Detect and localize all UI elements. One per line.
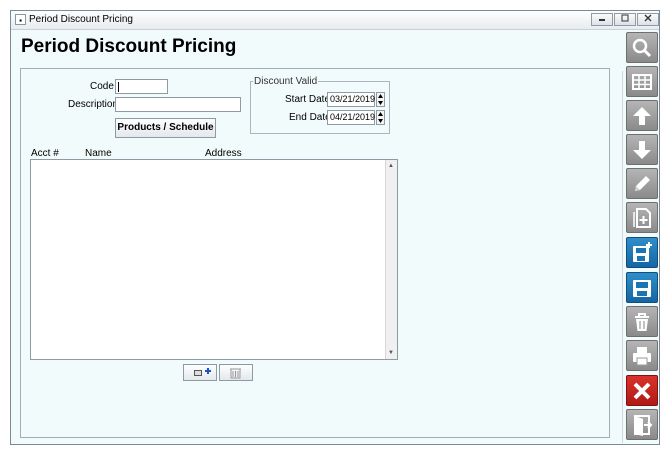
exit-icon	[634, 415, 653, 436]
add-account-icon	[194, 368, 211, 376]
arrow-down-icon	[633, 141, 651, 159]
column-header-name[interactable]: Name	[85, 148, 112, 159]
print-button[interactable]	[626, 340, 658, 371]
description-label: Description	[68, 99, 119, 110]
search-icon	[632, 38, 652, 58]
column-header-acct[interactable]: Acct #	[31, 148, 59, 159]
account-list[interactable]: ▲ ▼	[30, 159, 398, 360]
close-icon	[633, 382, 651, 400]
code-input[interactable]	[115, 79, 168, 94]
discount-valid-legend: Discount Valid	[254, 76, 318, 87]
products-schedule-button[interactable]: Products / Schedule	[115, 118, 216, 138]
list-scrollbar[interactable]: ▲ ▼	[385, 160, 397, 359]
pencil-icon	[635, 176, 650, 191]
edit-button[interactable]	[626, 168, 658, 199]
column-header-address[interactable]: Address	[205, 148, 242, 159]
new-document-icon	[633, 208, 651, 228]
trash-icon	[635, 313, 649, 331]
grid-view-button[interactable]	[626, 66, 658, 97]
save-new-button[interactable]	[626, 237, 658, 268]
scroll-down-icon[interactable]: ▼	[387, 348, 395, 358]
end-date-input[interactable]: 04/21/2019	[327, 110, 375, 125]
add-account-button[interactable]	[183, 364, 217, 381]
printer-icon	[633, 347, 651, 366]
divider	[622, 71, 623, 443]
window-title: Period Discount Pricing	[29, 14, 133, 25]
new-record-button[interactable]	[626, 202, 658, 233]
minimize-button[interactable]	[591, 13, 613, 26]
start-date-label: Start Date	[285, 94, 331, 105]
grid-icon	[632, 74, 652, 90]
title-bar: ▪ Period Discount Pricing	[11, 11, 659, 30]
close-window-button[interactable]	[637, 13, 659, 26]
app-window: ▪ Period Discount Pricing Period Discoun…	[10, 10, 660, 445]
spinner-arrows-icon	[378, 112, 383, 123]
search-button[interactable]	[626, 32, 658, 63]
scroll-up-icon[interactable]: ▲	[387, 161, 395, 171]
delete-button[interactable]	[626, 306, 658, 337]
minimize-icon	[599, 19, 605, 21]
end-date-label: End Date	[289, 112, 331, 123]
move-up-button[interactable]	[626, 100, 658, 131]
arrow-up-icon	[633, 107, 651, 125]
page-title: Period Discount Pricing	[21, 36, 237, 57]
save-icon	[633, 280, 651, 297]
move-down-button[interactable]	[626, 134, 658, 165]
maximize-icon	[621, 14, 629, 22]
maximize-button[interactable]	[614, 13, 636, 26]
remove-account-button[interactable]	[219, 364, 253, 381]
cancel-button[interactable]	[626, 375, 658, 406]
exit-button[interactable]	[626, 409, 658, 440]
end-date-spinner[interactable]	[376, 110, 385, 125]
description-input[interactable]	[115, 97, 241, 112]
trash-icon	[230, 368, 241, 379]
close-icon	[644, 14, 652, 22]
save-button[interactable]	[626, 272, 658, 303]
spinner-arrows-icon	[378, 94, 383, 105]
start-date-spinner[interactable]	[376, 92, 385, 107]
start-date-input[interactable]: 03/21/2019	[327, 92, 375, 107]
code-label: Code	[90, 81, 114, 92]
text-caret	[118, 82, 119, 92]
save-new-icon	[633, 242, 652, 262]
system-menu-icon[interactable]: ▪	[15, 14, 26, 25]
